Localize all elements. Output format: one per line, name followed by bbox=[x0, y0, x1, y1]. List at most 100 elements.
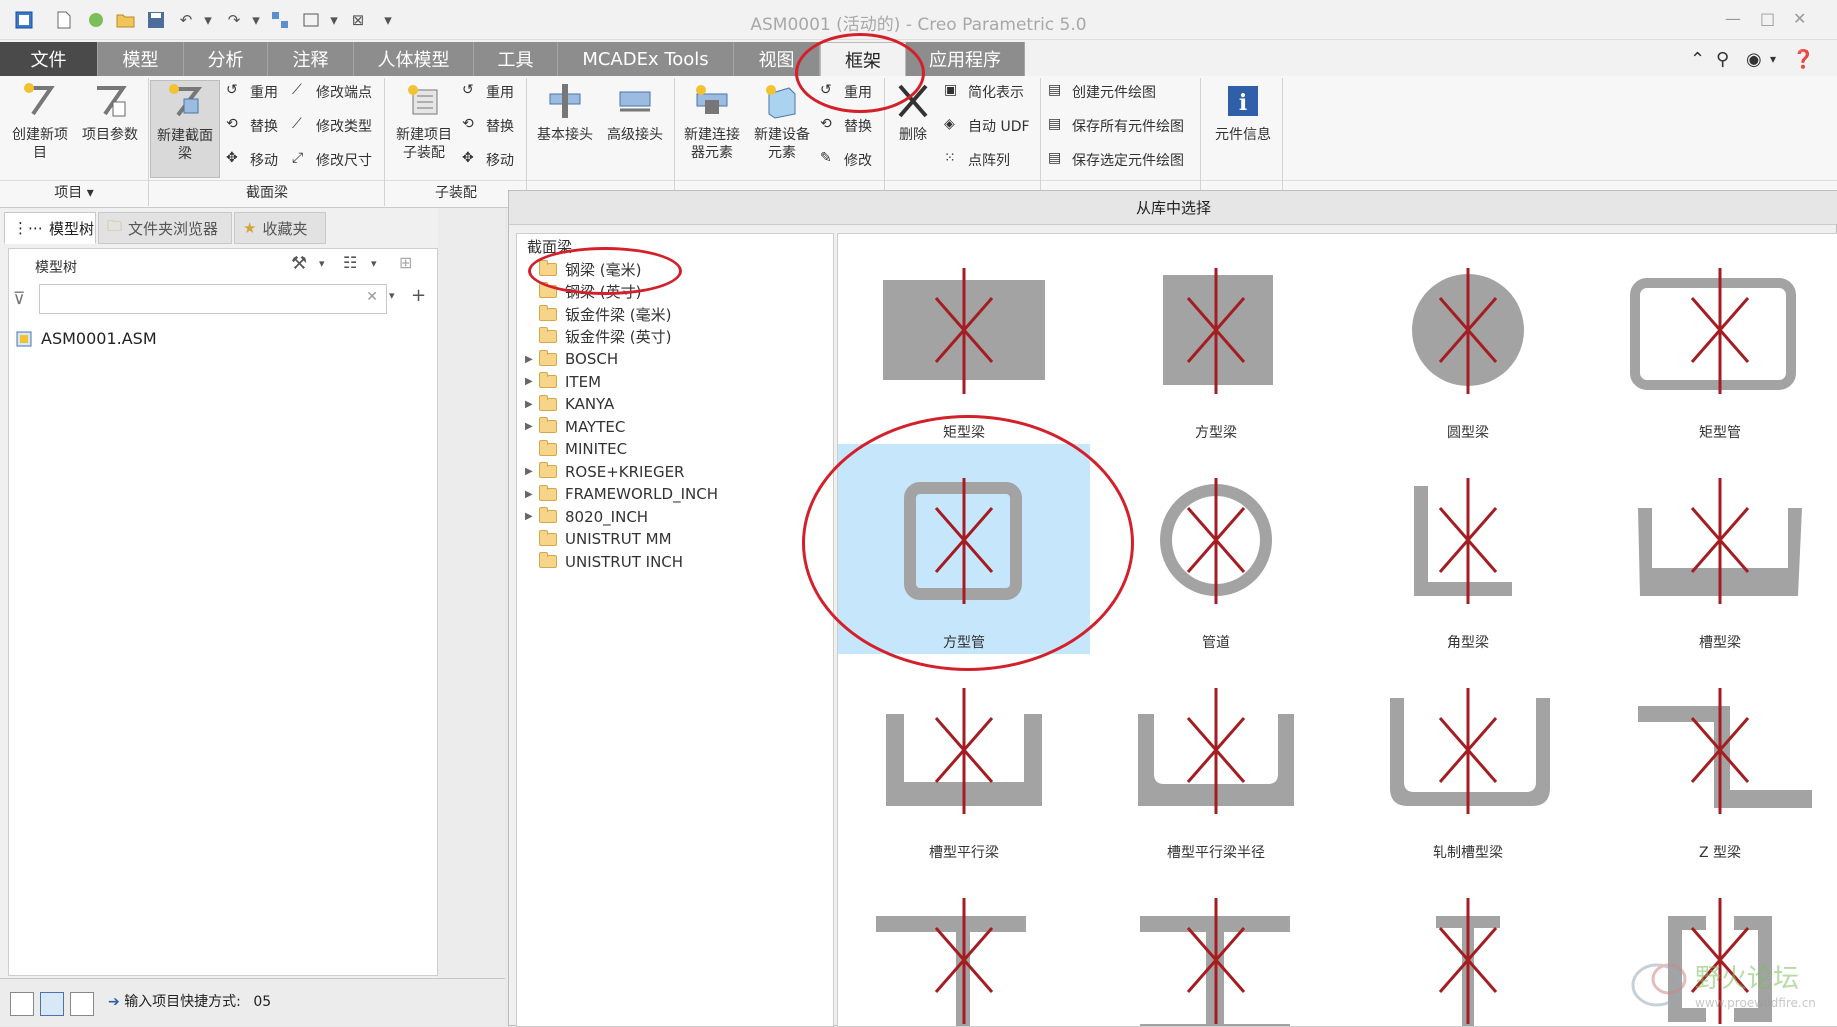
profile-tile-channel[interactable]: 槽型梁 bbox=[1594, 444, 1837, 654]
profile-tile-rect-tube[interactable]: 矩型管 bbox=[1594, 234, 1837, 444]
tab-tools[interactable]: 工具 bbox=[474, 42, 558, 76]
profile-tile-t-beam[interactable] bbox=[838, 864, 1090, 1026]
community-icon[interactable]: ◉ bbox=[1746, 49, 1762, 70]
tree-columns-icon[interactable]: ⊞ bbox=[399, 253, 412, 272]
profile-tile-angle[interactable]: 角型梁 bbox=[1342, 444, 1594, 654]
maximize-icon[interactable]: □ bbox=[1760, 9, 1775, 28]
profile-tile-channel-parallel-radius[interactable]: 槽型平行梁半径 bbox=[1090, 654, 1342, 864]
expand-arrow-icon[interactable]: ▶ bbox=[525, 466, 539, 477]
modify-size-button[interactable]: ⤢ 修改尺寸 bbox=[292, 148, 372, 172]
profile-tile-z-beam[interactable]: Z 型梁 bbox=[1594, 654, 1837, 864]
profile-tile-rolled-channel[interactable]: 轧制槽型梁 bbox=[1342, 654, 1594, 864]
library-tree-item[interactable]: ▶ KANYA bbox=[525, 393, 614, 415]
component-info-button[interactable]: i 元件信息 bbox=[1206, 80, 1280, 144]
library-tree-item[interactable]: 钢梁 (英寸) bbox=[525, 281, 641, 303]
help-icon[interactable]: ❓ bbox=[1792, 49, 1814, 70]
tab-view[interactable]: 视图 bbox=[734, 42, 820, 76]
library-tree-item[interactable]: 钣金件梁 (英寸) bbox=[525, 326, 671, 348]
tab-model[interactable]: 模型 bbox=[98, 42, 184, 76]
basic-joint-button[interactable]: 基本接头 bbox=[530, 80, 600, 144]
equip-modify-button[interactable]: ✎ 修改 bbox=[820, 148, 872, 172]
expand-arrow-icon[interactable]: ▶ bbox=[525, 376, 539, 387]
library-tree-item[interactable]: ▶ ROSE+KRIEGER bbox=[525, 461, 684, 483]
expand-arrow-icon[interactable]: ▶ bbox=[525, 511, 539, 522]
sub-move-button[interactable]: ✥ 移动 bbox=[462, 148, 514, 172]
tab-applications[interactable]: 应用程序 bbox=[906, 42, 1025, 76]
profile-tile-square-solid[interactable]: 方型梁 bbox=[1090, 234, 1342, 444]
save-all-drawings-button[interactable]: ▤ 保存所有元件绘图 bbox=[1048, 114, 1184, 138]
item-params-button[interactable]: 项目参数 bbox=[76, 80, 144, 144]
beam-move-button[interactable]: ✥ 移动 bbox=[226, 148, 278, 172]
navigator-toggle-icon[interactable] bbox=[10, 992, 34, 1016]
create-new-item-button[interactable]: 创建新项目 bbox=[6, 80, 74, 162]
library-tree-item[interactable]: 钣金件梁 (毫米) bbox=[525, 303, 671, 325]
expand-arrow-icon[interactable]: ▶ bbox=[525, 421, 539, 432]
browser-toggle-icon[interactable] bbox=[40, 992, 64, 1016]
profile-tile-channel-parallel[interactable]: 槽型平行梁 bbox=[838, 654, 1090, 864]
profile-tile-circle-solid[interactable]: 圆型梁 bbox=[1342, 234, 1594, 444]
simplified-rep-button[interactable]: ▣ 简化表示 bbox=[944, 80, 1024, 104]
delete-button[interactable]: 删除 bbox=[888, 80, 938, 144]
profile-tile-rect-solid[interactable]: 矩型梁 bbox=[838, 234, 1090, 444]
new-subassembly-button[interactable]: 新建项目子装配 bbox=[390, 80, 458, 162]
tab-folder-browser[interactable]: 🗀 文件夹浏览器 bbox=[98, 212, 232, 244]
minimize-icon[interactable]: — bbox=[1725, 9, 1741, 28]
save-selected-drawings-button[interactable]: ▤ 保存选定元件绘图 bbox=[1048, 148, 1184, 172]
library-tree-item[interactable]: ▶ 8020_INCH bbox=[525, 506, 648, 528]
point-pattern-button[interactable]: ⁙ 点阵列 bbox=[944, 148, 1010, 172]
tree-settings-icon[interactable]: ⚒ bbox=[291, 253, 307, 274]
tree-settings-dropdown-icon[interactable]: ▾ bbox=[319, 257, 325, 270]
tab-annotate[interactable]: 注释 bbox=[268, 42, 354, 76]
beam-reuse-button[interactable]: ↺ 重用 bbox=[226, 80, 278, 104]
profile-tile-square-tube[interactable]: 方型管 bbox=[838, 444, 1090, 654]
tree-root-node[interactable]: ASM0001.ASM bbox=[15, 329, 157, 348]
collapse-ribbon-icon[interactable]: ⌃ bbox=[1690, 49, 1705, 70]
library-tree-item[interactable]: ▶ FRAMEWORLD_INCH bbox=[525, 483, 718, 505]
auto-udf-button[interactable]: ◈ 自动 UDF bbox=[944, 114, 1030, 138]
beam-replace-button[interactable]: ⟲ 替换 bbox=[226, 114, 278, 138]
library-tree-item[interactable]: UNISTRUT INCH bbox=[525, 551, 683, 573]
group-label-item[interactable]: 项目 ▾ bbox=[0, 182, 148, 206]
profile-tile-pipe[interactable]: 管道 bbox=[1090, 444, 1342, 654]
equip-replace-button[interactable]: ⟲ 替换 bbox=[820, 114, 872, 138]
clear-search-icon[interactable]: ✕ bbox=[366, 289, 378, 305]
tab-analysis[interactable]: 分析 bbox=[184, 42, 268, 76]
new-connector-button[interactable]: 新建连接器元素 bbox=[678, 80, 746, 162]
tab-human-model[interactable]: 人体模型 bbox=[354, 42, 474, 76]
search-icon[interactable]: ⚲ bbox=[1716, 49, 1729, 70]
expand-arrow-icon[interactable]: ▶ bbox=[525, 399, 539, 410]
fullscreen-toggle-icon[interactable] bbox=[70, 992, 94, 1016]
tree-filter-dropdown-icon[interactable]: ▾ bbox=[371, 257, 377, 270]
library-tree-item[interactable]: MINITEC bbox=[525, 438, 627, 460]
close-icon[interactable]: ✕ bbox=[1793, 9, 1806, 28]
equip-reuse-button[interactable]: ↺ 重用 bbox=[820, 80, 872, 104]
add-filter-icon[interactable]: + bbox=[411, 285, 426, 306]
tree-search-input[interactable]: ✕ bbox=[39, 284, 387, 314]
new-equipment-button[interactable]: 新建设备元素 bbox=[748, 80, 816, 162]
tab-model-tree[interactable]: ⋮⋯ 模型树 bbox=[4, 212, 96, 244]
library-tree-item[interactable]: ▶ MAYTEC bbox=[525, 416, 625, 438]
library-tree-item[interactable]: ▶ ITEM bbox=[525, 371, 601, 393]
modify-endpoint-button[interactable]: ⟋ 修改端点 bbox=[292, 80, 372, 104]
sub-replace-button[interactable]: ⟲ 替换 bbox=[462, 114, 514, 138]
profile-tile-i-beam[interactable] bbox=[1090, 864, 1342, 1026]
library-tree-item[interactable]: ▶ BOSCH bbox=[525, 348, 618, 370]
tab-favorites[interactable]: ★ 收藏夹 bbox=[234, 212, 326, 244]
expand-arrow-icon[interactable]: ▶ bbox=[525, 489, 539, 500]
library-tree-item[interactable]: 钢梁 (毫米) bbox=[525, 258, 641, 280]
advanced-joint-button[interactable]: 高级接头 bbox=[600, 80, 670, 144]
community-dropdown-icon[interactable]: ▾ bbox=[1770, 52, 1776, 66]
expand-arrow-icon[interactable]: ▶ bbox=[525, 354, 539, 365]
modify-type-button[interactable]: ⟋ 修改类型 bbox=[292, 114, 372, 138]
tab-frame[interactable]: 框架 bbox=[820, 42, 906, 76]
tab-file[interactable]: 文件 bbox=[0, 42, 98, 76]
profile-tile-i-beam-narrow[interactable] bbox=[1342, 864, 1594, 1026]
point-pattern-label: 点阵列 bbox=[968, 153, 1010, 169]
library-tree-item[interactable]: UNISTRUT MM bbox=[525, 528, 672, 550]
tree-filter-list-icon[interactable]: ☷ bbox=[343, 253, 357, 272]
new-section-beam-button[interactable]: 新建截面梁 bbox=[150, 80, 220, 178]
create-component-drawing-button[interactable]: ▤ 创建元件绘图 bbox=[1048, 80, 1156, 104]
search-options-dropdown-icon[interactable]: ▾ bbox=[389, 289, 395, 302]
sub-reuse-button[interactable]: ↺ 重用 bbox=[462, 80, 514, 104]
tab-mcadex-tools[interactable]: MCADEx Tools bbox=[558, 42, 734, 76]
